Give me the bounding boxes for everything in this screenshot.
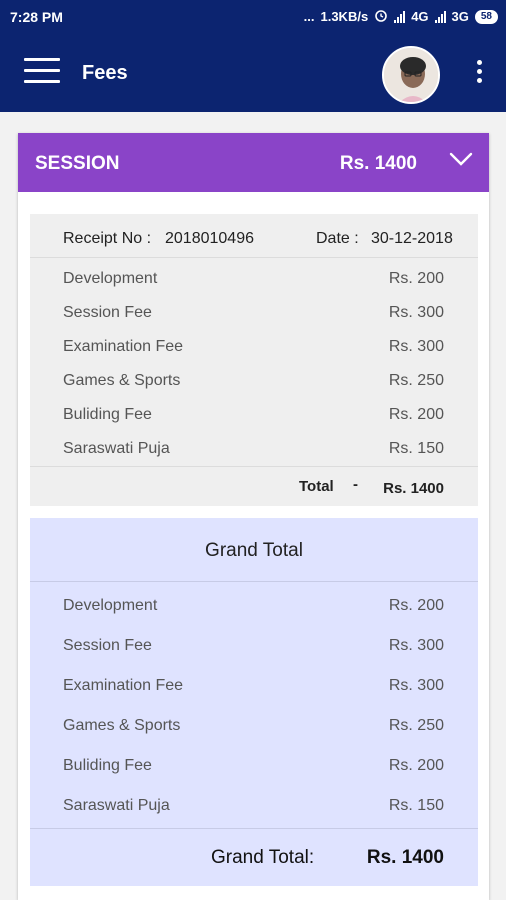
grand-row: Games & Sports Rs. 250: [30, 713, 478, 745]
menu-icon[interactable]: [24, 58, 60, 88]
network-speed: 1.3KB/s: [320, 9, 369, 24]
grand-total-value: Rs. 1400: [366, 847, 444, 868]
network-type-2: 3G: [451, 9, 469, 24]
page-title: Fees: [82, 62, 128, 84]
fee-row: Examination Fee Rs. 300: [30, 334, 478, 364]
status-time: 7:28 PM: [10, 9, 63, 25]
fee-amount: Rs. 300: [388, 304, 444, 321]
grand-row: Saraswati Puja Rs. 150: [30, 793, 478, 825]
fee-name: Games & Sports: [63, 717, 181, 734]
fee-row: Session Fee Rs. 300: [30, 300, 478, 330]
fee-name: Session Fee: [63, 637, 152, 654]
alarm-icon: [374, 8, 388, 25]
fee-amount: Rs. 300: [388, 677, 444, 694]
session-label: SESSION: [35, 153, 120, 174]
fee-name: Development: [63, 270, 158, 287]
session-amount: Rs. 1400: [339, 153, 417, 174]
fee-amount: Rs. 250: [388, 717, 444, 734]
avatar[interactable]: [382, 46, 440, 104]
fee-name: Development: [63, 597, 158, 614]
fee-row: Saraswati Puja Rs. 150: [30, 436, 478, 466]
fee-name: Examination Fee: [63, 338, 184, 355]
receipt-section: Receipt No : 2018010496 Date : 30-12-201…: [30, 214, 478, 506]
grand-row: Development Rs. 200: [30, 593, 478, 625]
signal-icon-2: [434, 10, 446, 23]
fee-amount: Rs. 200: [388, 406, 444, 423]
signal-icon: [394, 10, 406, 23]
chevron-down-icon[interactable]: [449, 151, 473, 167]
status-bar: 7:28 PM ... 1.3KB/s 4G 3G 58: [0, 0, 506, 34]
fee-amount: Rs. 300: [388, 338, 444, 355]
app-bar: Fees: [0, 34, 506, 112]
grand-total-row: Grand Total: Rs. 1400: [30, 828, 478, 886]
fee-amount: Rs. 150: [388, 797, 444, 814]
date-label: Date :: [316, 230, 359, 247]
fee-name: Session Fee: [63, 304, 152, 321]
more-options-icon[interactable]: [470, 60, 488, 86]
fee-amount: Rs. 150: [388, 440, 444, 457]
status-dots: ...: [303, 9, 315, 24]
date-value: 30-12-2018: [371, 230, 453, 247]
fee-row: Buliding Fee Rs. 200: [30, 402, 478, 432]
fee-amount: Rs. 200: [388, 270, 444, 287]
fee-name: Examination Fee: [63, 677, 184, 694]
receipt-no-value: 2018010496: [165, 230, 254, 247]
fee-amount: Rs. 200: [388, 597, 444, 614]
fee-amount: Rs. 300: [388, 637, 444, 654]
grand-row: Buliding Fee Rs. 200: [30, 753, 478, 785]
total-separator: -: [353, 476, 358, 493]
battery-icon: 58: [474, 9, 498, 24]
fee-row: Development Rs. 200: [30, 266, 478, 296]
grand-row: Examination Fee Rs. 300: [30, 673, 478, 705]
grand-total-title: Grand Total: [30, 518, 478, 582]
fee-row: Games & Sports Rs. 250: [30, 368, 478, 398]
receipt-header: Receipt No : 2018010496 Date : 30-12-201…: [30, 214, 478, 258]
fee-name: Saraswati Puja: [63, 797, 170, 814]
fee-name: Saraswati Puja: [63, 440, 170, 457]
fee-amount: Rs. 250: [388, 372, 444, 389]
grand-total-label: Grand Total:: [211, 847, 315, 868]
session-header[interactable]: SESSION Rs. 1400: [18, 133, 489, 192]
fee-name: Buliding Fee: [63, 757, 152, 774]
total-label: Total: [299, 478, 334, 495]
fee-card: SESSION Rs. 1400 Receipt No : 2018010496…: [18, 133, 489, 900]
receipt-total: Total - Rs. 1400: [30, 466, 478, 506]
fee-name: Games & Sports: [63, 372, 181, 389]
fee-name: Buliding Fee: [63, 406, 152, 423]
status-icons: ... 1.3KB/s 4G 3G 58: [304, 8, 498, 25]
grand-row: Session Fee Rs. 300: [30, 633, 478, 665]
grand-total-section: Grand Total Development Rs. 200 Session …: [30, 518, 478, 886]
network-type-1: 4G: [411, 9, 429, 24]
fee-amount: Rs. 200: [388, 757, 444, 774]
total-value: Rs. 1400: [383, 480, 444, 497]
receipt-no-label: Receipt No :: [63, 230, 152, 247]
